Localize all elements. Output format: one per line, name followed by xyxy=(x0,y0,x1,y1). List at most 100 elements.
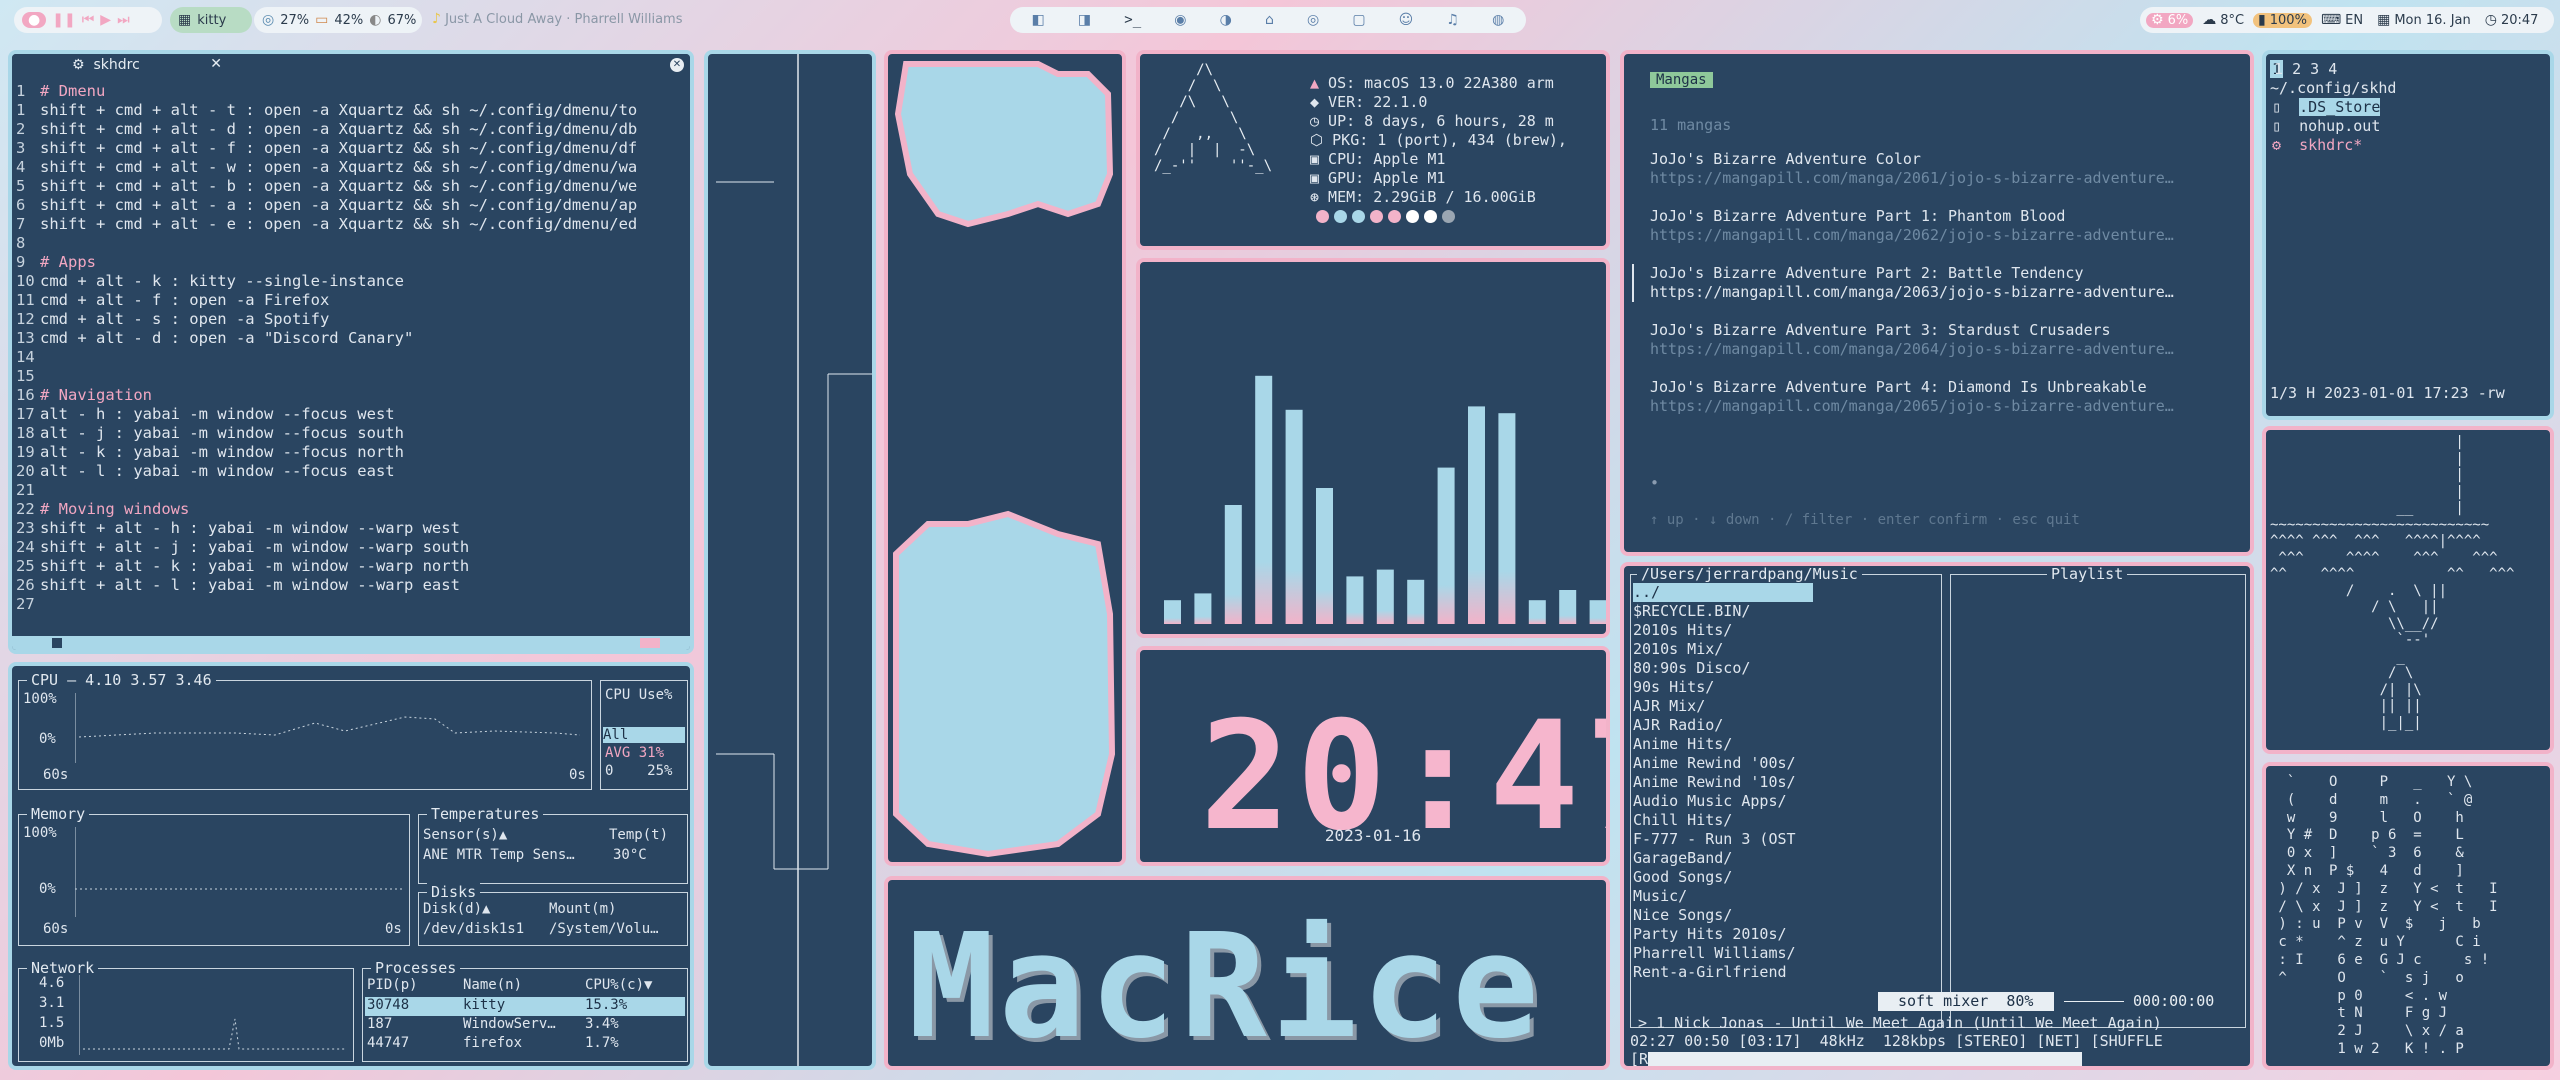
directory-item[interactable]: $RECYCLE.BIN/ xyxy=(1633,602,1813,621)
directory-item[interactable]: Music/ xyxy=(1633,887,1813,906)
line-text[interactable]: shift + alt - h : yabai -m window --warp… xyxy=(40,519,460,538)
file-item[interactable]: ▯ .DS_Store xyxy=(2272,98,2381,117)
editor-line[interactable]: 17 alt - h : yabai -m window --focus west xyxy=(16,405,686,424)
now-playing[interactable]: ♪ Just A Cloud Away · Pharrell Williams xyxy=(432,12,683,27)
layout-icon[interactable]: ◧ xyxy=(1032,13,1045,27)
library-pane[interactable]: /Users/jerrardpang/Music ../$RECYCLE.BIN… xyxy=(1630,566,1942,1028)
line-text[interactable]: shift + cmd + alt - w : open -a Xquartz … xyxy=(40,158,637,177)
line-text[interactable]: shift + alt - k : yabai -m window --warp… xyxy=(40,557,469,576)
temp-header-temp[interactable]: Temp(t) xyxy=(609,827,668,843)
line-text[interactable]: alt - h : yabai -m window --focus west xyxy=(40,405,395,424)
manga-item[interactable]: JoJo's Bizarre Adventure Part 3: Stardus… xyxy=(1632,321,2244,378)
editor-line[interactable]: 2 shift + cmd + alt - d : open -a Xquartz… xyxy=(16,120,686,139)
editor-line[interactable]: 26 shift + alt - l : yabai -m window --wa… xyxy=(16,576,686,595)
manga-url[interactable]: https://mangapill.com/manga/2062/jojo-s-… xyxy=(1650,226,2244,245)
line-text[interactable]: cmd + alt - s : open -a Spotify xyxy=(40,310,329,329)
directory-item[interactable]: Chill Hits/ xyxy=(1633,811,1813,830)
editor-line[interactable]: 10 cmd + alt - k : kitty --single-instanc… xyxy=(16,272,686,291)
editor-line[interactable]: 25 shift + alt - k : yabai -m window --wa… xyxy=(16,557,686,576)
editor-line[interactable]: 18 alt - j : yabai -m window --focus sout… xyxy=(16,424,686,443)
editor-line[interactable]: 24 shift + alt - j : yabai -m window --wa… xyxy=(16,538,686,557)
directory-item[interactable]: 2010s Mix/ xyxy=(1633,640,1813,659)
directory-item[interactable]: Anime Rewind '10s/ xyxy=(1633,773,1813,792)
ranger-tabs[interactable]: 11 2 3 4 xyxy=(2270,60,2337,78)
manga-item[interactable]: JoJo's Bizarre Adventure Part 1: Phantom… xyxy=(1632,207,2244,264)
editor-line[interactable]: 6 shift + cmd + alt - a : open -a Xquartz… xyxy=(16,196,686,215)
line-text[interactable]: alt - l : yabai -m window --focus east xyxy=(40,462,395,481)
editor-line[interactable]: 16 # Navigation xyxy=(16,386,686,405)
directory-item[interactable]: ../ xyxy=(1633,583,1813,602)
manga-item[interactable]: JoJo's Bizarre Adventure Part 2: Battle … xyxy=(1632,264,2244,321)
file-list[interactable]: ▯ .DS_Store ▯ nohup.out ⚙ skhdrc* xyxy=(2272,98,2381,155)
editor-line[interactable]: 5 shift + cmd + alt - b : open -a Xquartz… xyxy=(16,177,686,196)
lang-seg[interactable]: ⌨ EN xyxy=(2316,13,2368,28)
file-name[interactable]: skhdrc* xyxy=(2299,136,2362,154)
editor-line[interactable]: 23 shift + alt - h : yabai -m window --wa… xyxy=(16,519,686,538)
line-text[interactable]: shift + cmd + alt - a : open -a Xquartz … xyxy=(40,196,637,215)
home-icon[interactable]: ⌂ xyxy=(1265,13,1274,27)
editor-line[interactable]: 13 cmd + alt - d : open -a "Discord Canar… xyxy=(16,329,686,348)
directory-item[interactable]: Anime Hits/ xyxy=(1633,735,1813,754)
manga-url[interactable]: https://mangapill.com/manga/2063/jojo-s-… xyxy=(1650,283,2244,302)
directory-item[interactable]: GarageBand/ xyxy=(1633,849,1813,868)
discord-icon[interactable]: ☺ xyxy=(1399,13,1414,27)
process-row[interactable]: 30748 kitty 15.3% xyxy=(365,997,685,1016)
editor-line[interactable]: 8 xyxy=(16,234,686,253)
process-row[interactable]: 44747 firefox 1.7% xyxy=(365,1035,685,1054)
play-icon[interactable]: ▶ xyxy=(100,13,111,27)
chat-icon[interactable]: ▢ xyxy=(1352,13,1365,27)
music-player-window[interactable]: /Users/jerrardpang/Music ../$RECYCLE.BIN… xyxy=(1620,562,2254,1070)
directory-item[interactable]: AJR Radio/ xyxy=(1633,716,1813,735)
disk-header-disk[interactable]: Disk(d)▲ xyxy=(423,901,490,917)
line-text[interactable]: # Navigation xyxy=(40,386,152,405)
manga-name[interactable]: JoJo's Bizarre Adventure Color xyxy=(1650,150,2244,169)
editor-line[interactable]: 3 shift + cmd + alt - f : open -a Xquartz… xyxy=(16,139,686,158)
process-list[interactable]: 30748 kitty 15.3% 187 WindowServ… 3.4% 44747 fi… xyxy=(365,997,685,1054)
directory-item[interactable]: AJR Mix/ xyxy=(1633,697,1813,716)
editor-line[interactable]: 14 xyxy=(16,348,686,367)
manga-url[interactable]: https://mangapill.com/manga/2061/jojo-s-… xyxy=(1650,169,2244,188)
playlist-pane[interactable]: Playlist xyxy=(1950,566,2246,1028)
close-window-icon[interactable]: ✕ xyxy=(670,58,684,72)
directory-item[interactable]: Anime Rewind '00s/ xyxy=(1633,754,1813,773)
editor-line[interactable]: 11 cmd + alt - f : open -a Firefox xyxy=(16,291,686,310)
temp-header-sensor[interactable]: Sensor(s)▲ xyxy=(423,827,507,843)
btop-window[interactable]: CPU — 4.10 3.57 3.46 100% 0% 60s 0s CPU … xyxy=(8,662,694,1070)
line-text[interactable]: shift + alt - l : yabai -m window --warp… xyxy=(40,576,460,595)
editor-line[interactable]: 1 # Dmenu xyxy=(16,82,686,101)
tab-list[interactable]: 1 2 3 4 xyxy=(2274,60,2337,78)
manga-name[interactable]: JoJo's Bizarre Adventure Part 1: Phantom… xyxy=(1650,207,2244,226)
editor-line[interactable]: 21 xyxy=(16,481,686,500)
line-text[interactable]: shift + alt - j : yabai -m window --warp… xyxy=(40,538,469,557)
editor-line[interactable]: 1 shift + cmd + alt - t : open -a Xquartz… xyxy=(16,101,686,120)
spotify-icon[interactable]: ◍ xyxy=(1492,13,1504,27)
file-name[interactable]: nohup.out xyxy=(2299,117,2380,135)
volume-mixer[interactable]: soft mixer 80% xyxy=(1878,992,2054,1011)
editor-line[interactable]: 9 # Apps xyxy=(16,253,686,272)
line-text[interactable]: # Moving windows xyxy=(40,500,189,519)
editor-window[interactable]: ⚙ skhdrc ✕ ✕ 1 # Dmenu 1 shift + cmd + alt … xyxy=(8,50,694,654)
globe-icon[interactable]: ◉ xyxy=(1174,13,1186,27)
chrome-icon[interactable]: ◎ xyxy=(1307,13,1319,27)
cpu-all-row[interactable]: All xyxy=(603,727,685,743)
terminal-icon[interactable]: >_ xyxy=(1124,13,1141,27)
date-seg[interactable]: ▦ Mon 16. Jan xyxy=(2372,13,2476,28)
editor-line[interactable]: 19 alt - k : yabai -m window --focus nort… xyxy=(16,443,686,462)
file-name[interactable]: .DS_Store xyxy=(2299,98,2381,116)
editor-line[interactable]: 27 xyxy=(16,595,686,614)
progress-bar[interactable]: [R xyxy=(1624,1050,2250,1066)
file-manager-window[interactable]: 11 2 3 4 ~/.config/skhd ▯ .DS_Store ▯ noh… xyxy=(2262,50,2554,420)
line-text[interactable]: cmd + alt - k : kitty --single-instance xyxy=(40,272,404,291)
next-icon[interactable]: ⏭ xyxy=(117,13,130,27)
directory-list[interactable]: ../$RECYCLE.BIN/2010s Hits/2010s Mix/80:… xyxy=(1633,583,1813,982)
editor-line[interactable]: 4 shift + cmd + alt - w : open -a Xquartz… xyxy=(16,158,686,177)
line-text[interactable]: shift + cmd + alt - f : open -a Xquartz … xyxy=(40,139,637,158)
directory-item[interactable]: Pharrell Williams/ xyxy=(1633,944,1813,963)
editor-line[interactable]: 7 shift + cmd + alt - e : open -a Xquartz… xyxy=(16,215,686,234)
pause-icon[interactable]: ❚❚ xyxy=(52,13,75,27)
line-text[interactable]: shift + cmd + alt - t : open -a Xquartz … xyxy=(40,101,637,120)
line-text[interactable]: # Dmenu xyxy=(40,82,105,101)
layout-icon[interactable]: ◨ xyxy=(1078,13,1091,27)
editor-line[interactable]: 15 xyxy=(16,367,686,386)
proc-header-cpu[interactable]: CPU%(c)▼ xyxy=(585,977,652,993)
